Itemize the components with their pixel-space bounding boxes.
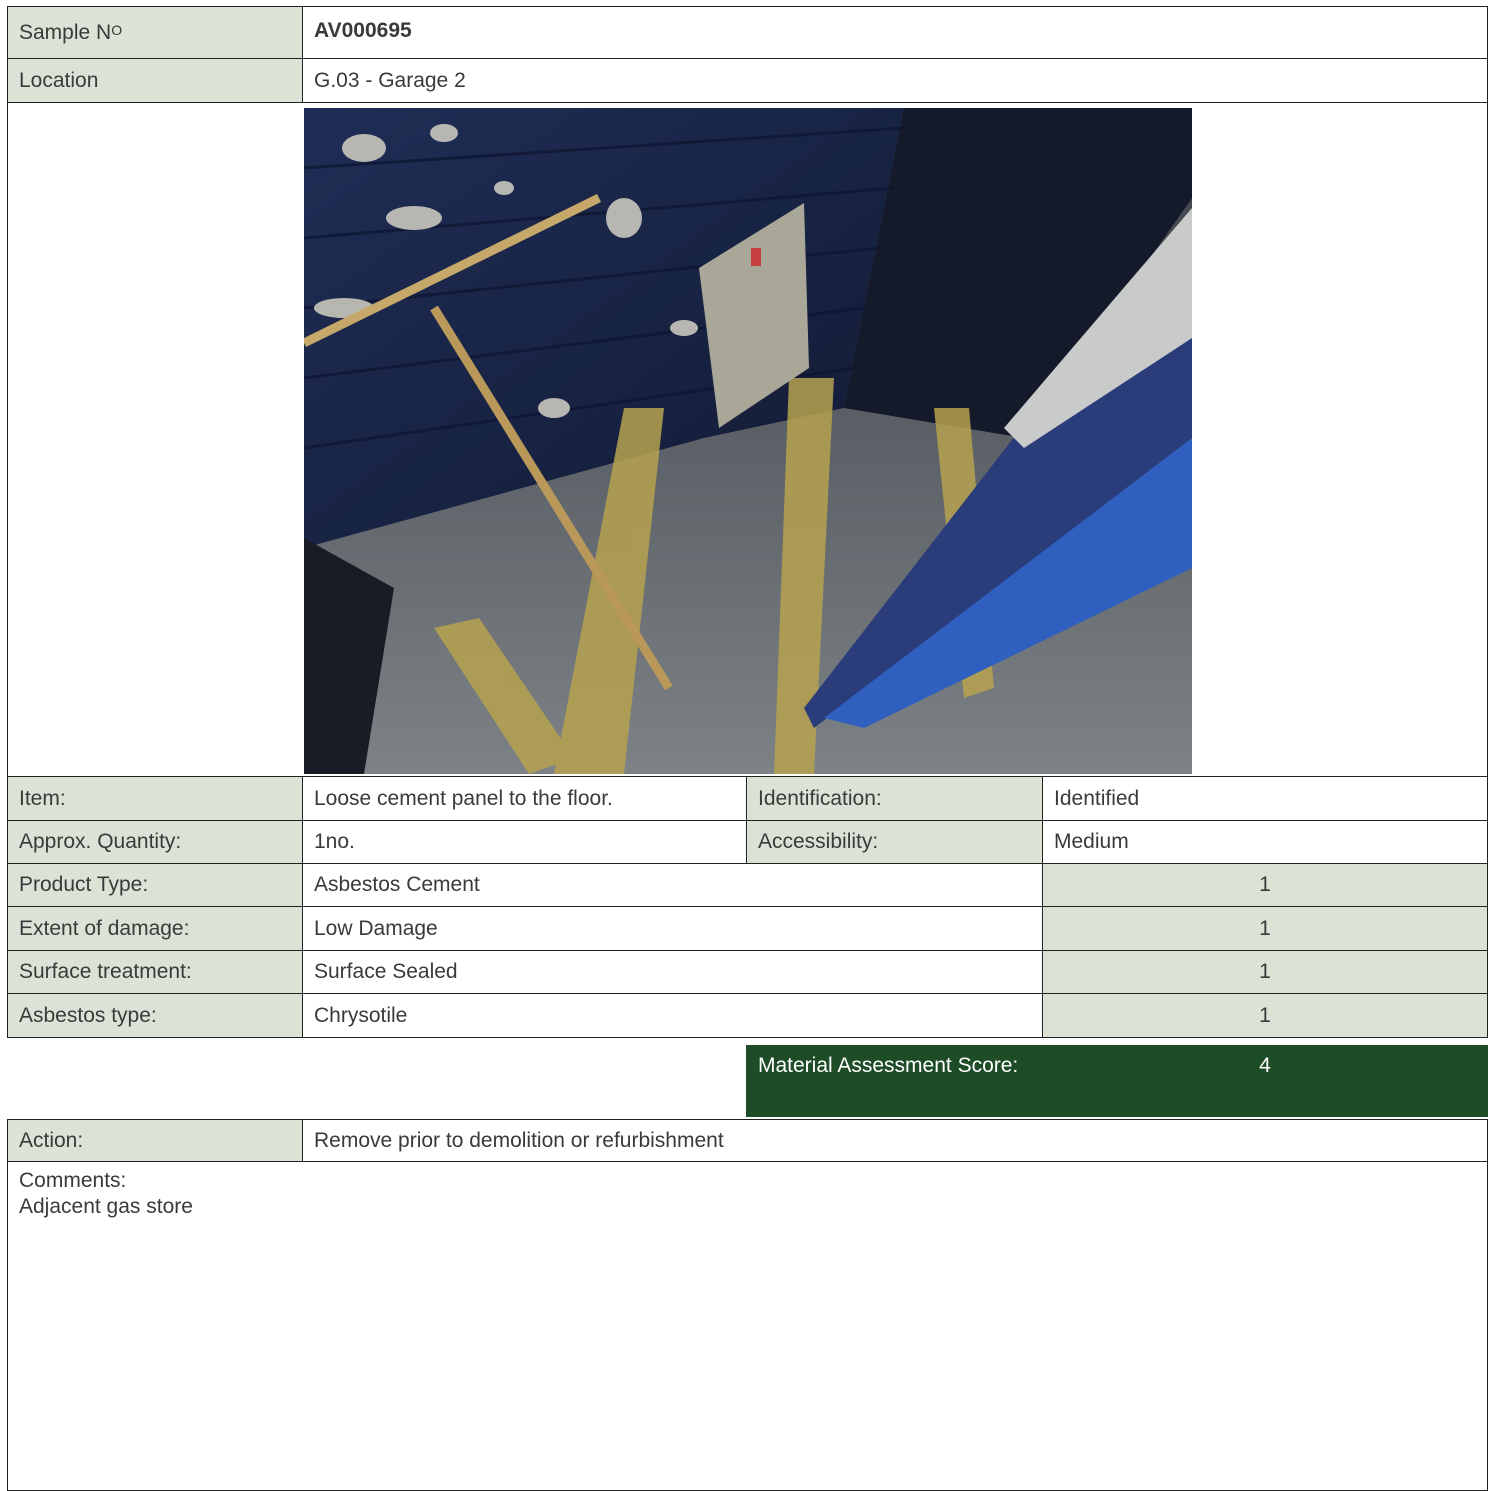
material-score-row: Material Assessment Score: 4 <box>7 1045 1488 1117</box>
quantity-label: Approx. Quantity: <box>7 820 303 864</box>
sample-label-superscript: O <box>111 21 123 38</box>
comments-value: Adjacent gas store <box>19 1195 193 1219</box>
assessment-row: Extent of damage: Low Damage 1 <box>7 906 1488 951</box>
sample-label-text: Sample N <box>19 20 112 44</box>
photo-cell <box>7 102 1488 777</box>
item-row: Item: Loose cement panel to the floor. I… <box>7 776 1488 821</box>
assessment-row: Product Type: Asbestos Cement 1 <box>7 863 1488 907</box>
quantity-value: 1no. <box>302 820 747 864</box>
sample-number: AV000695 <box>302 6 1488 59</box>
material-score-label: Material Assessment Score: <box>746 1045 1043 1117</box>
product-type-value: Asbestos Cement <box>302 863 1043 907</box>
product-type-score: 1 <box>1042 863 1488 907</box>
assessment-row: Surface treatment: Surface Sealed 1 <box>7 950 1488 994</box>
comments-row: Comments: Adjacent gas store <box>7 1161 1488 1491</box>
location-label: Location <box>7 58 303 103</box>
sample-row: Sample NO AV000695 <box>7 6 1488 59</box>
sample-label: Sample NO <box>7 6 303 59</box>
sample-photo <box>304 108 1192 774</box>
quantity-row: Approx. Quantity: 1no. Accessibility: Me… <box>7 820 1488 864</box>
damage-value: Low Damage <box>302 906 1043 951</box>
accessibility-label: Accessibility: <box>746 820 1043 864</box>
item-label: Item: <box>7 776 303 821</box>
surface-treatment-label: Surface treatment: <box>7 950 303 994</box>
surface-treatment-score: 1 <box>1042 950 1488 994</box>
location-row: Location G.03 - Garage 2 <box>7 58 1488 103</box>
asbestos-type-value: Chrysotile <box>302 993 1043 1038</box>
location-value: G.03 - Garage 2 <box>302 58 1488 103</box>
product-type-label: Product Type: <box>7 863 303 907</box>
action-value: Remove prior to demolition or refurbishm… <box>302 1119 1488 1162</box>
photo-row <box>7 102 1488 777</box>
action-row: Action: Remove prior to demolition or re… <box>7 1119 1488 1162</box>
action-label: Action: <box>7 1119 303 1162</box>
identification-value: Identified <box>1042 776 1488 821</box>
damage-score: 1 <box>1042 906 1488 951</box>
damage-label: Extent of damage: <box>7 906 303 951</box>
item-value: Loose cement panel to the floor. <box>302 776 747 821</box>
comments-label: Comments: <box>19 1169 127 1192</box>
asbestos-type-label: Asbestos type: <box>7 993 303 1038</box>
assessment-row: Asbestos type: Chrysotile 1 <box>7 993 1488 1038</box>
accessibility-value: Medium <box>1042 820 1488 864</box>
surface-treatment-value: Surface Sealed <box>302 950 1043 994</box>
identification-label: Identification: <box>746 776 1043 821</box>
material-score-value: 4 <box>1042 1045 1488 1117</box>
asbestos-type-score: 1 <box>1042 993 1488 1038</box>
comments-box: Comments: Adjacent gas store <box>7 1161 1488 1491</box>
